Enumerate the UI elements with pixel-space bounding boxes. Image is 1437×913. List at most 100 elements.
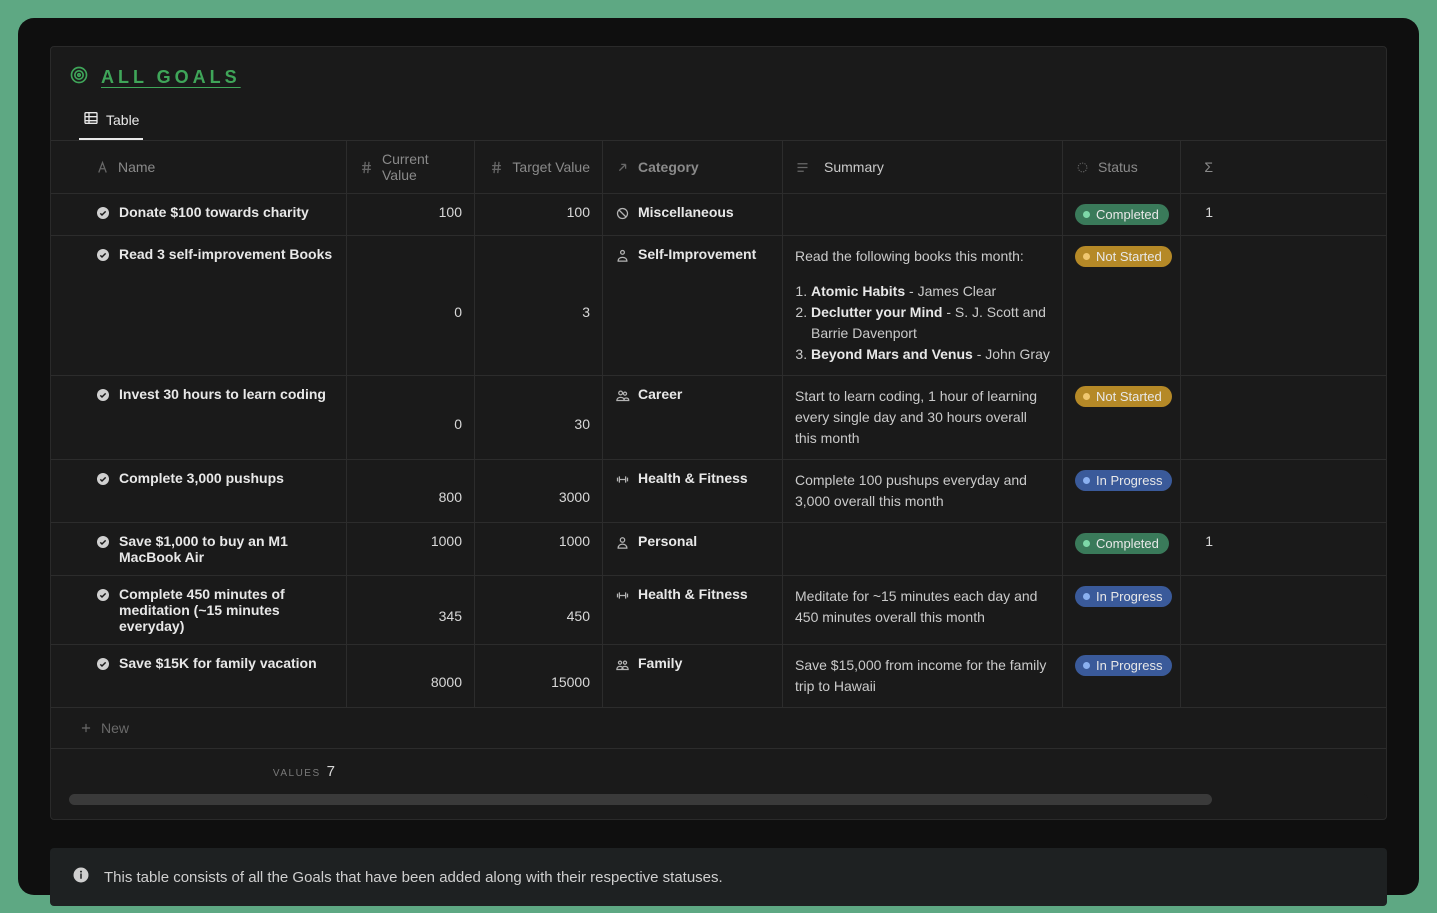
cell-category[interactable]: Career [603, 376, 783, 459]
status-dot-icon [1083, 593, 1090, 600]
col-name[interactable]: Name [51, 141, 347, 193]
cell-target-value[interactable]: 30 [475, 376, 603, 459]
table-row[interactable]: Save $1,000 to buy an M1 MacBook Air 100… [51, 522, 1386, 575]
cell-status[interactable]: Not Started [1063, 376, 1181, 459]
checkmark-icon [95, 246, 111, 266]
status-label: Not Started [1096, 249, 1162, 264]
category-name: Personal [638, 533, 697, 549]
cell-sigma[interactable] [1181, 460, 1225, 522]
summary-text: Meditate for ~15 minutes each day and 45… [795, 586, 1050, 628]
cell-sigma[interactable] [1181, 376, 1225, 459]
cell-status[interactable]: In Progress [1063, 645, 1181, 707]
cell-summary[interactable] [783, 194, 1063, 235]
table-row[interactable]: Donate $100 towards charity 100 100 Misc… [51, 193, 1386, 235]
goal-name: Donate $100 towards charity [119, 204, 309, 220]
summary-text: Save $15,000 from income for the family … [795, 655, 1050, 697]
sigma-value: 1 [1205, 204, 1213, 220]
table-row[interactable]: Complete 3,000 pushups 800 3000 Health &… [51, 459, 1386, 522]
cell-target-value[interactable]: 3 [475, 236, 603, 375]
col-summary[interactable]: Summary [783, 141, 1063, 193]
checkmark-icon [95, 386, 111, 406]
cell-summary[interactable]: Read the following books this month:Atom… [783, 236, 1063, 375]
checkmark-icon [95, 533, 111, 553]
plus-icon [79, 721, 93, 735]
cell-target-value[interactable]: 100 [475, 194, 603, 235]
cell-status[interactable]: Completed [1063, 523, 1181, 575]
list-item: Atomic Habits - James Clear [811, 281, 1050, 302]
target-value: 450 [487, 586, 590, 634]
cell-sigma[interactable]: 1 [1181, 523, 1225, 575]
cell-sigma[interactable]: 1 [1181, 194, 1225, 235]
scrollbar-thumb[interactable] [69, 794, 1212, 805]
col-status[interactable]: Status [1063, 141, 1181, 193]
horizontal-scrollbar[interactable] [69, 794, 1368, 805]
cell-status[interactable]: Not Started [1063, 236, 1181, 375]
cell-status[interactable]: In Progress [1063, 460, 1181, 522]
table-row[interactable]: Invest 30 hours to learn coding 0 30 Car… [51, 375, 1386, 459]
status-dot-icon [1083, 540, 1090, 547]
cell-target-value[interactable]: 1000 [475, 523, 603, 575]
table-row[interactable]: Read 3 self-improvement Books 0 3 Self-I… [51, 235, 1386, 375]
col-sigma[interactable]: Σ [1181, 141, 1225, 193]
cell-sigma[interactable] [1181, 236, 1225, 375]
target-value: 3000 [487, 470, 590, 512]
hash-icon [489, 160, 504, 175]
cell-sigma[interactable] [1181, 576, 1225, 644]
cell-status[interactable]: Completed [1063, 194, 1181, 235]
cell-summary[interactable]: Save $15,000 from income for the family … [783, 645, 1063, 707]
table-icon [83, 110, 99, 129]
status-label: Completed [1096, 207, 1159, 222]
cell-category[interactable]: Miscellaneous [603, 194, 783, 235]
col-category[interactable]: Category [603, 141, 783, 193]
status-badge: Completed [1075, 533, 1169, 554]
cell-current-value[interactable]: 800 [347, 460, 475, 522]
table-row[interactable]: Complete 450 minutes of meditation (~15 … [51, 575, 1386, 644]
page-title[interactable]: ALL GOALS [101, 67, 241, 88]
ban-icon [615, 206, 630, 221]
cell-name[interactable]: Complete 450 minutes of meditation (~15 … [51, 576, 347, 644]
cell-target-value[interactable]: 15000 [475, 645, 603, 707]
cell-sigma[interactable] [1181, 645, 1225, 707]
cell-name[interactable]: Save $15K for family vacation [51, 645, 347, 707]
cell-status[interactable]: In Progress [1063, 576, 1181, 644]
col-current-value[interactable]: Current Value [347, 141, 475, 193]
cell-name[interactable]: Save $1,000 to buy an M1 MacBook Air [51, 523, 347, 575]
sigma-value: 1 [1205, 533, 1213, 549]
person-star-icon [615, 248, 630, 263]
cell-category[interactable]: Self-Improvement [603, 236, 783, 375]
cell-category[interactable]: Family [603, 645, 783, 707]
cell-summary[interactable]: Complete 100 pushups everyday and 3,000 … [783, 460, 1063, 522]
checkmark-icon [95, 655, 111, 675]
sparkle-icon [1075, 160, 1090, 175]
cell-current-value[interactable]: 1000 [347, 523, 475, 575]
hash-icon [359, 160, 374, 175]
cell-name[interactable]: Invest 30 hours to learn coding [51, 376, 347, 459]
summary-text: Complete 100 pushups everyday and 3,000 … [795, 470, 1050, 512]
cell-current-value[interactable]: 100 [347, 194, 475, 235]
new-row-button[interactable]: New [51, 707, 1386, 748]
cell-name[interactable]: Complete 3,000 pushups [51, 460, 347, 522]
status-badge: In Progress [1075, 586, 1172, 607]
status-label: Completed [1096, 536, 1159, 551]
status-label: Not Started [1096, 389, 1162, 404]
cell-target-value[interactable]: 3000 [475, 460, 603, 522]
cell-name[interactable]: Read 3 self-improvement Books [51, 236, 347, 375]
cell-current-value[interactable]: 0 [347, 236, 475, 375]
cell-summary[interactable]: Start to learn coding, 1 hour of learnin… [783, 376, 1063, 459]
cell-summary[interactable]: Meditate for ~15 minutes each day and 45… [783, 576, 1063, 644]
checkmark-icon [95, 470, 111, 490]
table-row[interactable]: Save $15K for family vacation 8000 15000… [51, 644, 1386, 707]
cell-category[interactable]: Health & Fitness [603, 576, 783, 644]
cell-category[interactable]: Health & Fitness [603, 460, 783, 522]
tab-table[interactable]: Table [79, 104, 143, 140]
cell-current-value[interactable]: 345 [347, 576, 475, 644]
cell-current-value[interactable]: 8000 [347, 645, 475, 707]
category-name: Miscellaneous [638, 204, 734, 220]
cell-summary[interactable] [783, 523, 1063, 575]
cell-target-value[interactable]: 450 [475, 576, 603, 644]
cell-current-value[interactable]: 0 [347, 376, 475, 459]
cell-name[interactable]: Donate $100 towards charity [51, 194, 347, 235]
col-target-value[interactable]: Target Value [475, 141, 603, 193]
title-row: ALL GOALS [51, 65, 1386, 104]
cell-category[interactable]: Personal [603, 523, 783, 575]
